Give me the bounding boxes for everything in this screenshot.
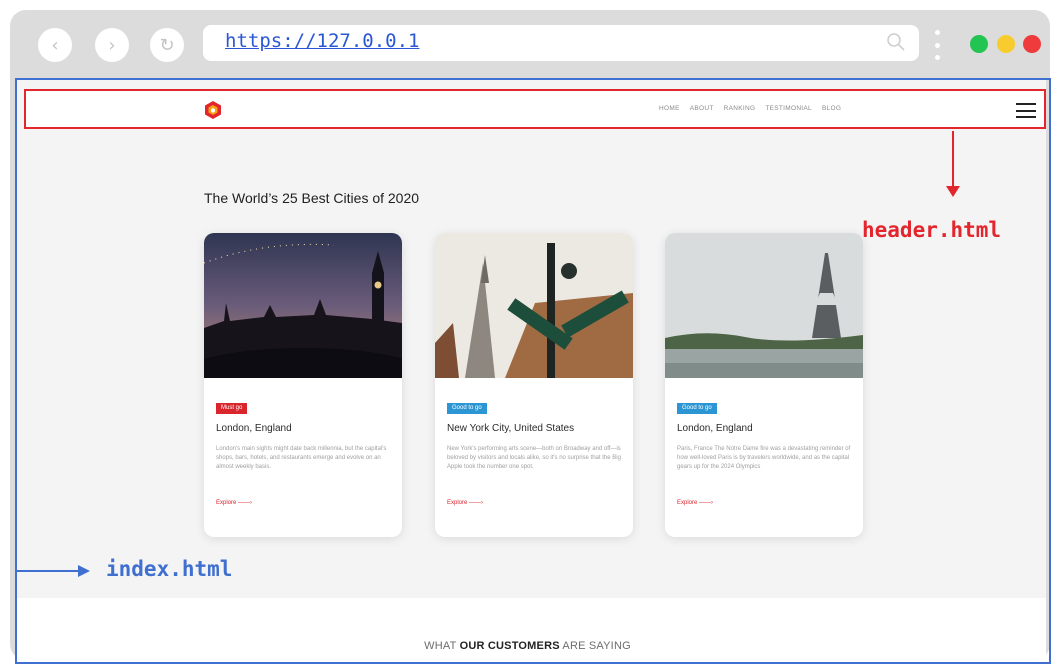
card-city: London, England [677,423,753,434]
card-city: London, England [216,423,292,434]
status-badge: Good to go [677,403,717,414]
menu-item-blog[interactable]: BLOG [822,105,841,112]
search-icon[interactable] [885,31,907,53]
status-badge: Must go [216,403,248,414]
menu-item-ranking[interactable]: RANKING [724,105,756,112]
header-html-label: header.html [862,218,1002,242]
section-title: The World’s 25 Best Cities of 2020 [204,190,420,206]
explore-link[interactable]: Explore ——› [447,500,483,506]
more-menu-icon[interactable] [934,30,940,60]
site-header: HOME ABOUT RANKING TESTIMONIAL BLOG [24,89,1046,129]
testimonial-emphasis: OUR CUSTOMERS [459,640,560,652]
index-html-label: index.html [106,557,233,581]
card-description: New York's performing arts scene—both on… [447,446,621,470]
explore-link[interactable]: Explore ——› [216,500,252,506]
main-menu: HOME ABOUT RANKING TESTIMONIAL BLOG [659,105,841,112]
london-night-photo [204,233,402,378]
menu-item-home[interactable]: HOME [659,105,680,112]
status-badge: Good to go [447,403,487,414]
chevron-right-icon: › [108,34,116,56]
hexagon-logo-icon[interactable] [203,100,223,120]
forward-button[interactable]: › [95,28,129,62]
url-text[interactable]: https://127.0.0.1 [225,30,419,52]
menu-item-about[interactable]: ABOUT [690,105,714,112]
back-button[interactable]: ‹ [38,28,72,62]
city-card[interactable]: Must go London, England London's main si… [204,233,402,537]
testimonial-heading: WHAT OUR CUSTOMERS ARE SAYING [0,640,1055,652]
reload-icon: ↻ [159,34,175,56]
testimonial-prefix: WHAT [424,640,460,652]
yellow-window-dot[interactable] [997,35,1015,53]
card-city: New York City, United States [447,423,575,434]
card-description: London's main sights might date back mil… [216,446,387,470]
browser-toolbar: ‹ › ↻ https://127.0.0.1 [10,10,1050,76]
paris-eiffel-tower-photo [665,233,863,378]
card-description: Paris, France The Notre Dame fire was a … [677,446,851,470]
red-window-dot[interactable] [1023,35,1041,53]
testimonial-suffix: ARE SAYING [559,640,631,652]
city-card[interactable]: Good to go London, England Paris, France… [665,233,863,537]
explore-link[interactable]: Explore ——› [677,500,713,506]
city-card[interactable]: Good to go New York City, United States … [435,233,633,537]
menu-item-testimonial[interactable]: TESTIMONIAL [765,105,812,112]
reload-button[interactable]: ↻ [150,28,184,62]
hamburger-menu-icon[interactable] [1016,103,1036,118]
new-york-street-sign-photo [435,233,633,378]
green-window-dot[interactable] [970,35,988,53]
chevron-left-icon: ‹ [51,34,59,56]
address-bar[interactable]: https://127.0.0.1 [203,25,919,61]
